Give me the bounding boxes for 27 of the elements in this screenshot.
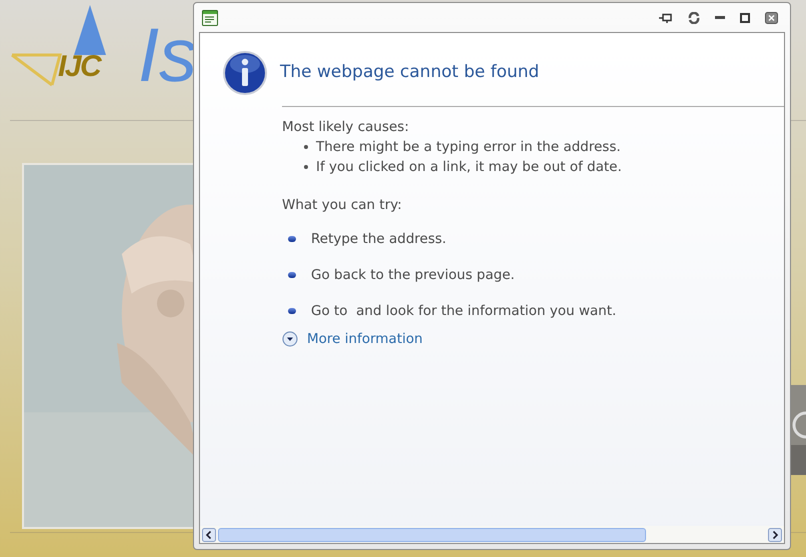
- scroll-left-icon[interactable]: [202, 528, 216, 542]
- suggestion-text: Go to and look for the information you want.: [311, 302, 616, 321]
- maximize-icon[interactable]: [740, 12, 750, 22]
- scrollbar-thumb[interactable]: [218, 528, 646, 542]
- bullet-icon: [304, 145, 308, 149]
- expand-icon: [282, 331, 298, 347]
- pin-icon[interactable]: [659, 12, 673, 22]
- suggestion-text: Retype the address.: [311, 230, 446, 249]
- refresh-icon[interactable]: [688, 12, 700, 24]
- site-heading: Is: [138, 18, 198, 94]
- logo-text: IJC: [58, 52, 100, 82]
- error-title: The webpage cannot be found: [280, 61, 540, 84]
- bullet-icon: [304, 165, 308, 169]
- app-icon: [202, 10, 218, 26]
- more-information-link[interactable]: More information: [282, 329, 423, 349]
- info-icon: [222, 50, 268, 96]
- suggestion-text: Go back to the previous page.: [311, 266, 515, 285]
- bullet-icon: [288, 308, 296, 314]
- minimize-icon[interactable]: [715, 16, 725, 20]
- cause-text: If you clicked on a link, it may be out of date.: [316, 158, 622, 177]
- scroll-right-icon[interactable]: [768, 528, 782, 542]
- section-heading: Most likely causes:: [282, 118, 410, 137]
- close-icon[interactable]: [765, 12, 778, 24]
- cause-text: There might be a typing error in the address.: [316, 138, 621, 157]
- bullet-icon: [288, 236, 296, 242]
- bullet-icon: [288, 272, 296, 278]
- section-heading: What you can try:: [282, 196, 403, 215]
